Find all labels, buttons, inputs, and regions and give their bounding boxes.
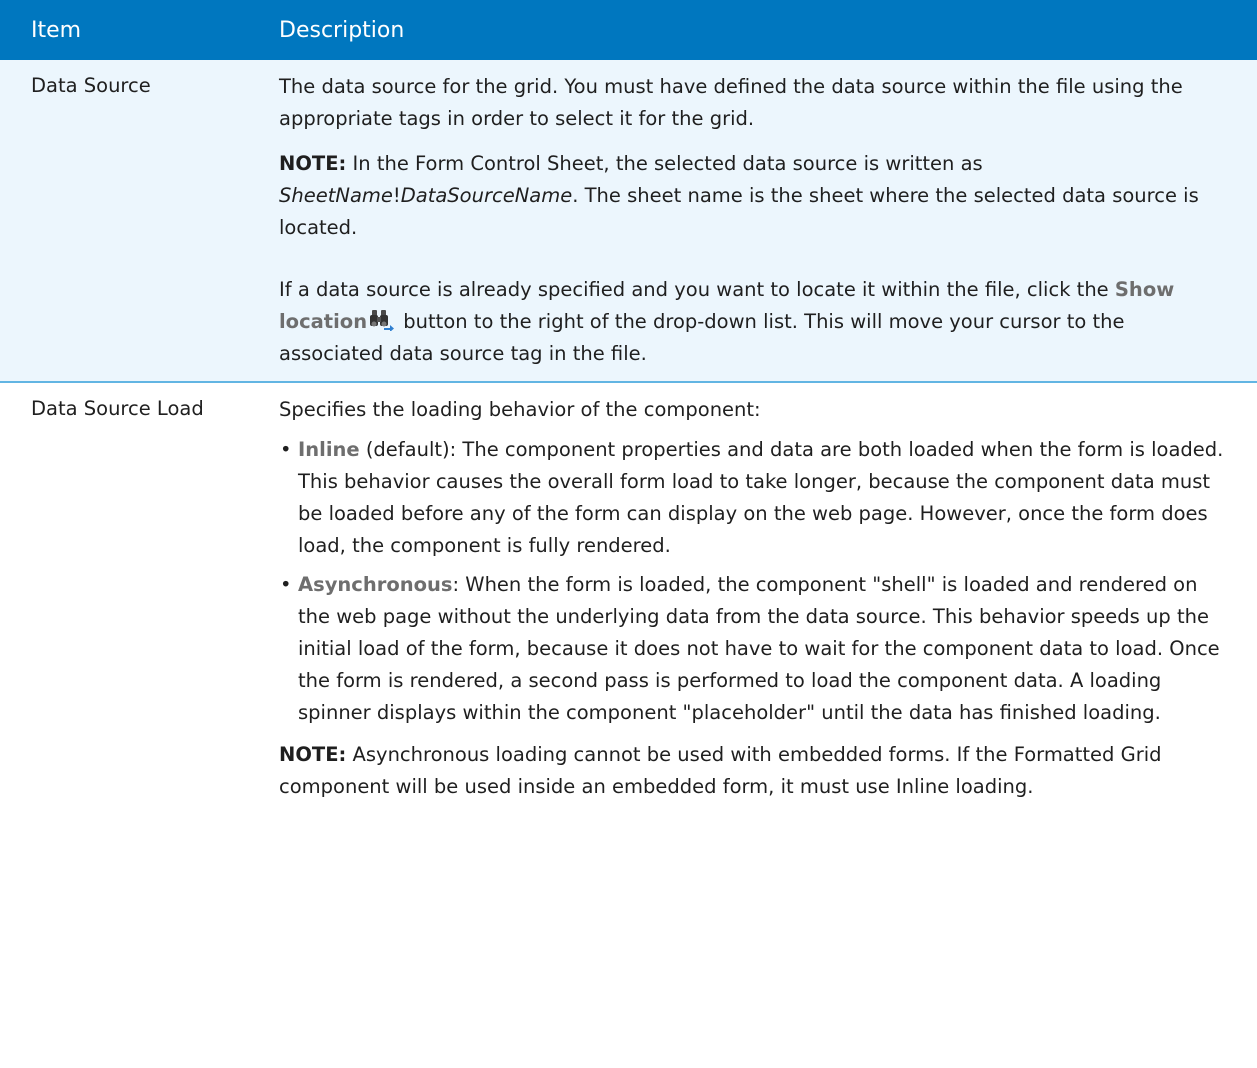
table-header-row: Item Description bbox=[0, 0, 1257, 60]
paragraph-text: If a data source is already specified an… bbox=[279, 278, 1115, 301]
data-source-name-term: DataSourceName bbox=[400, 184, 573, 207]
properties-table: Item Description Data Source The data so… bbox=[0, 0, 1257, 814]
header-description: Description bbox=[279, 17, 405, 43]
show-location-paragraph: If a data source is already specified an… bbox=[279, 274, 1229, 370]
bullet: • bbox=[280, 573, 292, 596]
binoculars-icon bbox=[369, 309, 395, 332]
list-item-asynchronous: • Asynchronous: When the form is loaded, … bbox=[279, 569, 1229, 729]
table-row-data-source: Data Source The data source for the grid… bbox=[0, 60, 1257, 383]
exclamation-separator: ! bbox=[392, 184, 401, 207]
paragraph-text-end: button to the right of the drop-down lis… bbox=[279, 310, 1125, 365]
option-term: Asynchronous bbox=[298, 573, 453, 596]
header-item: Item bbox=[31, 17, 82, 43]
note-paragraph: NOTE: In the Form Control Sheet, the sel… bbox=[279, 148, 1229, 244]
note-text: Asynchronous loading cannot be used with… bbox=[279, 743, 1162, 798]
list-item-inline: • Inline (default): The component propert… bbox=[279, 434, 1229, 562]
intro-paragraph: Specifies the loading behavior of the co… bbox=[279, 398, 761, 421]
note-label: NOTE: bbox=[279, 152, 347, 175]
description-cell: The data source for the grid. You must h… bbox=[269, 60, 1257, 383]
option-text: (default): The component properties and … bbox=[298, 438, 1224, 557]
bullet: • bbox=[280, 438, 292, 461]
note-paragraph: NOTE: Asynchronous loading cannot be use… bbox=[279, 739, 1229, 803]
option-term: Inline bbox=[298, 438, 360, 461]
load-options-list: • Inline (default): The component propert… bbox=[279, 434, 1229, 729]
sheet-name-term: SheetName bbox=[279, 184, 393, 207]
note-text: In the Form Control Sheet, the selected … bbox=[346, 152, 983, 175]
item-cell: Data Source bbox=[0, 60, 269, 383]
description-paragraph: The data source for the grid. You must h… bbox=[279, 75, 1183, 130]
table-row-data-source-load: Data Source Load Specifies the loading b… bbox=[0, 382, 1257, 814]
description-cell: Specifies the loading behavior of the co… bbox=[269, 382, 1257, 814]
note-label: NOTE: bbox=[279, 743, 347, 766]
item-cell: Data Source Load bbox=[31, 397, 204, 420]
